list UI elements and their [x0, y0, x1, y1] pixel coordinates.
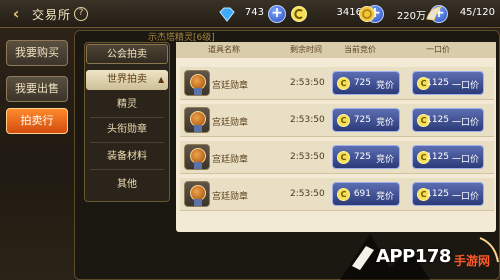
top-bar: ‹ 交易所 ? 743 + 3416 + 220万 + 45/120: [0, 0, 500, 28]
buyout-amount: 1125: [426, 115, 449, 125]
medal-icon: [184, 181, 210, 207]
currency-diamond-value: 743: [244, 7, 264, 18]
diamond-icon: [219, 7, 235, 22]
watermark-text: APP178: [376, 246, 451, 267]
buyout-button[interactable]: C 1125 一口价: [412, 145, 484, 169]
buyout-amount: 1125: [426, 189, 449, 199]
table-row[interactable]: 宫廷勋章 2:53:50 C 725 竞价 C 1125 一口价: [180, 104, 494, 137]
time-left: 2:53:50: [290, 189, 325, 199]
time-left: 2:53:50: [290, 115, 325, 125]
time-left: 2:53:50: [290, 78, 325, 88]
watermark-subtext: 手游网: [454, 254, 491, 268]
c-coin-icon: [291, 6, 307, 22]
item-name: 宫廷勋章: [212, 192, 249, 202]
buyout-label: 一口价: [451, 192, 479, 202]
header-buyout: 一口价: [426, 45, 450, 54]
bid-amount: 691: [353, 189, 371, 199]
medal-icon: [184, 144, 210, 170]
table-row[interactable]: 宫廷勋章 2:53:50 C 725 竞价 C 1125 一口价: [180, 67, 494, 100]
category-title-medal[interactable]: 头衔勋章: [86, 120, 168, 140]
item-name: 宫廷勋章: [212, 155, 249, 165]
bid-label: 竞价: [375, 81, 394, 91]
page-title: 交易所: [32, 8, 72, 22]
header-item-name: 道具名称: [208, 45, 240, 54]
buyout-label: 一口价: [451, 81, 479, 91]
bid-amount: 725: [353, 78, 371, 88]
table-row[interactable]: 宫廷勋章 2:53:50 C 725 竞价 C 1125 一口价: [180, 141, 494, 174]
item-name: 宫廷勋章: [212, 81, 249, 91]
category-other[interactable]: 其他: [86, 175, 168, 195]
buyout-label: 一口价: [451, 155, 479, 165]
category-guild-auction[interactable]: 公会拍卖: [86, 44, 168, 64]
c-coin-icon: C: [337, 77, 350, 90]
category-world-auction[interactable]: 世界拍卖: [86, 70, 168, 90]
divider: [90, 169, 164, 170]
bid-label: 竞价: [375, 155, 394, 165]
currency-stamina: 45/120: [425, 5, 497, 23]
gold-coin-icon: [359, 6, 375, 22]
c-coin-icon: C: [337, 151, 350, 164]
item-name: 宫廷勋章: [212, 118, 249, 128]
tab-buy[interactable]: 我要购买: [6, 40, 68, 66]
buyout-button[interactable]: C 1125 一口价: [412, 108, 484, 132]
c-coin-icon: C: [337, 114, 350, 127]
c-coin-icon: C: [337, 188, 350, 201]
tab-auction-house[interactable]: 拍卖行: [6, 108, 68, 134]
currency-stamina-value: 45/120: [459, 7, 495, 18]
divider: [90, 142, 164, 143]
table-row[interactable]: 宫廷勋章 2:53:50 C 691 竞价 C 1125 一口价: [180, 178, 494, 211]
buyout-label: 一口价: [451, 118, 479, 128]
category-equipment-material[interactable]: 装备材料: [86, 147, 168, 167]
bid-button[interactable]: C 725 竞价: [332, 71, 400, 95]
divider: [90, 117, 164, 118]
bid-amount: 725: [353, 115, 371, 125]
bid-button[interactable]: C 691 竞价: [332, 182, 400, 206]
bid-button[interactable]: C 725 竞价: [332, 145, 400, 169]
bid-button[interactable]: C 725 竞价: [332, 108, 400, 132]
header-time-left: 剩余时间: [290, 45, 322, 54]
stamina-wing-icon: [426, 6, 443, 21]
question-circle-icon[interactable]: ?: [74, 7, 88, 21]
time-left: 2:53:50: [290, 152, 325, 162]
tab-sell[interactable]: 我要出售: [6, 76, 68, 102]
category-sprite[interactable]: 精灵: [86, 95, 168, 115]
currency-diamond: 743 +: [218, 5, 286, 23]
back-arrow-icon[interactable]: ‹: [6, 4, 26, 24]
chevron-up-icon: ▲: [158, 75, 165, 84]
bid-label: 竞价: [375, 118, 394, 128]
add-diamond-button[interactable]: +: [268, 5, 286, 23]
header-current-bid: 当前竞价: [344, 45, 376, 54]
bid-label: 竞价: [375, 192, 394, 202]
medal-icon: [184, 107, 210, 133]
buyout-button[interactable]: C 1125 一口价: [412, 71, 484, 95]
buyout-button[interactable]: C 1125 一口价: [412, 182, 484, 206]
buyout-amount: 1125: [426, 78, 449, 88]
currency-gold-value: 220万: [396, 11, 426, 22]
medal-icon: [184, 70, 210, 96]
bid-amount: 725: [353, 152, 371, 162]
buyout-amount: 1125: [426, 152, 449, 162]
